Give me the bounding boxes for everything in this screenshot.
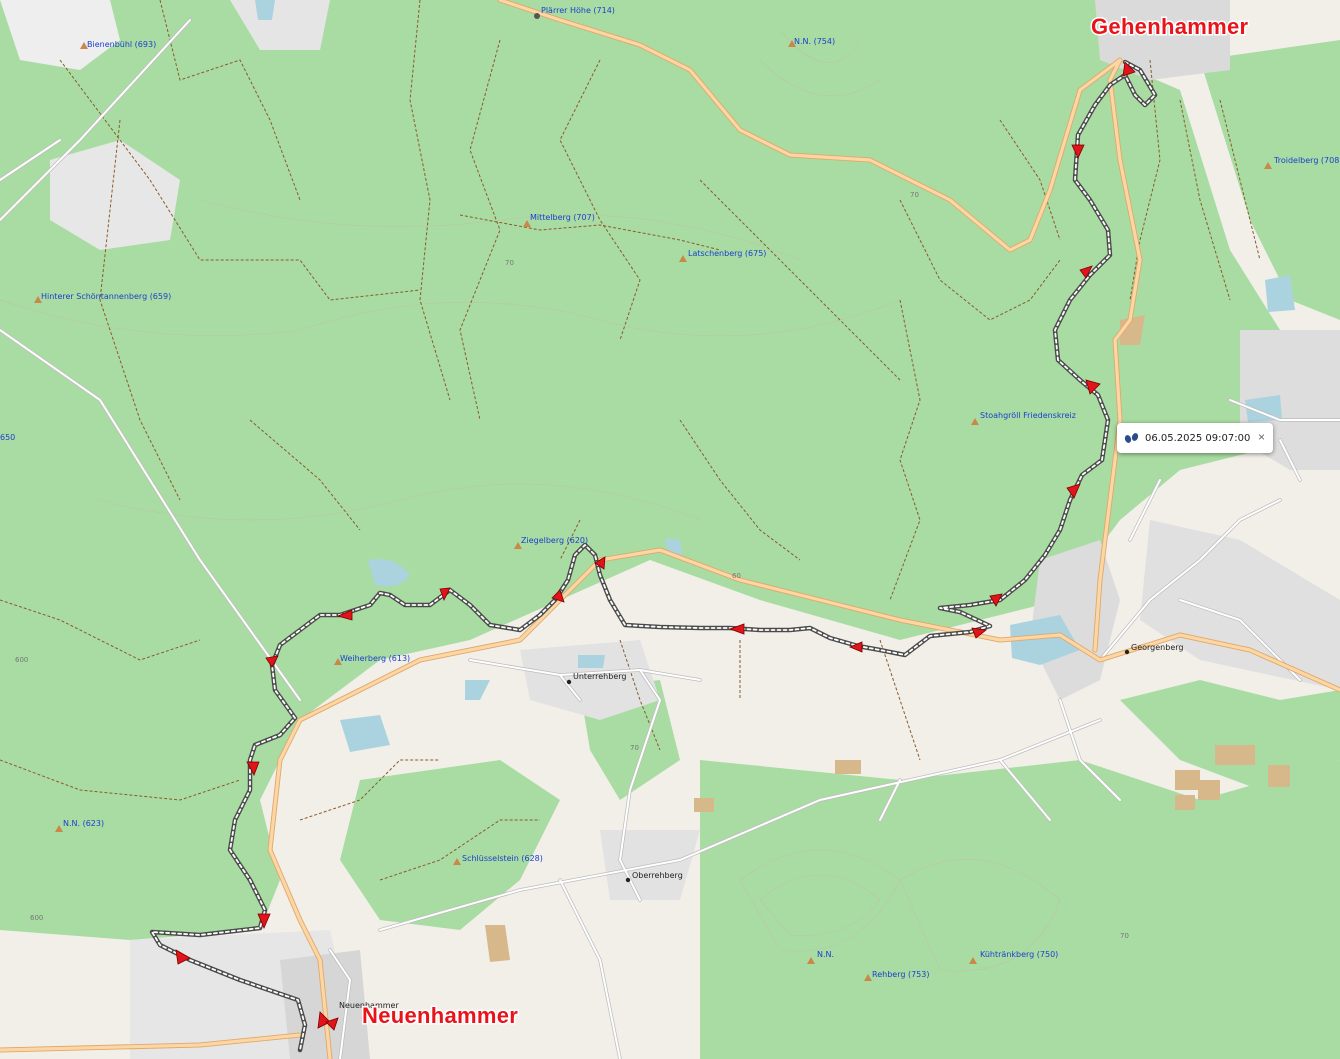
tooltip-close-button[interactable]: × [1258,430,1265,444]
peak-label: Plärrer Höhe (714) [541,6,615,15]
contour-label: 600 [30,914,43,922]
peak-label: Ziegelberg (620) [521,536,588,545]
peak-label: N.N. (623) [63,819,104,828]
contour-label: 70 [630,744,639,752]
place-dot [1124,649,1130,655]
peak-label: Troidelberg (708) [1273,156,1340,165]
tooltip-timestamp: 06.05.2025 09:07:00 [1145,432,1251,444]
peak-label: Weiherberg (613) [340,654,410,663]
contour-label: 60 [732,572,741,580]
track-point-tooltip: 06.05.2025 09:07:00 × [1117,423,1273,453]
peak-label: Mittelberg (707) [530,213,595,222]
place-label: Unterrehberg [573,672,626,681]
peak-label: Bienenbühl (693) [87,40,156,49]
peak-label: Hinterer Schöntannenberg (659) [41,292,171,301]
place-dot [625,877,631,883]
place-label: Georgenberg [1131,643,1183,652]
place-dot [566,679,572,685]
peak-label: Rehberg (753) [872,970,929,979]
place-label: Oberrehberg [632,871,683,880]
peak-label: Stoahgröll Friedenskreiz [980,411,1076,420]
peak-label: Kühtränkberg (750) [980,950,1058,959]
contour-label: 70 [505,259,514,267]
place-dot [534,13,540,19]
footprints-icon [1124,433,1139,443]
peak-label: Schlüsselstein (628) [462,854,543,863]
contour-label: 600 [15,656,28,664]
town-label-gehenhammer: Gehenhammer [1091,14,1248,39]
peak-label: 650 [0,433,15,442]
peak-label: N.N. [817,950,834,959]
peak-label: N.N. (754) [794,37,835,46]
map-canvas[interactable]: Bienenbühl (693) Plärrer Höhe (714) N.N.… [0,0,1340,1059]
peak-label: Latschenberg (675) [688,249,766,258]
town-label-neuenhammer: Neuenhammer [362,1003,518,1028]
contour-label: 70 [910,191,919,199]
contour-label: 70 [1120,932,1129,940]
